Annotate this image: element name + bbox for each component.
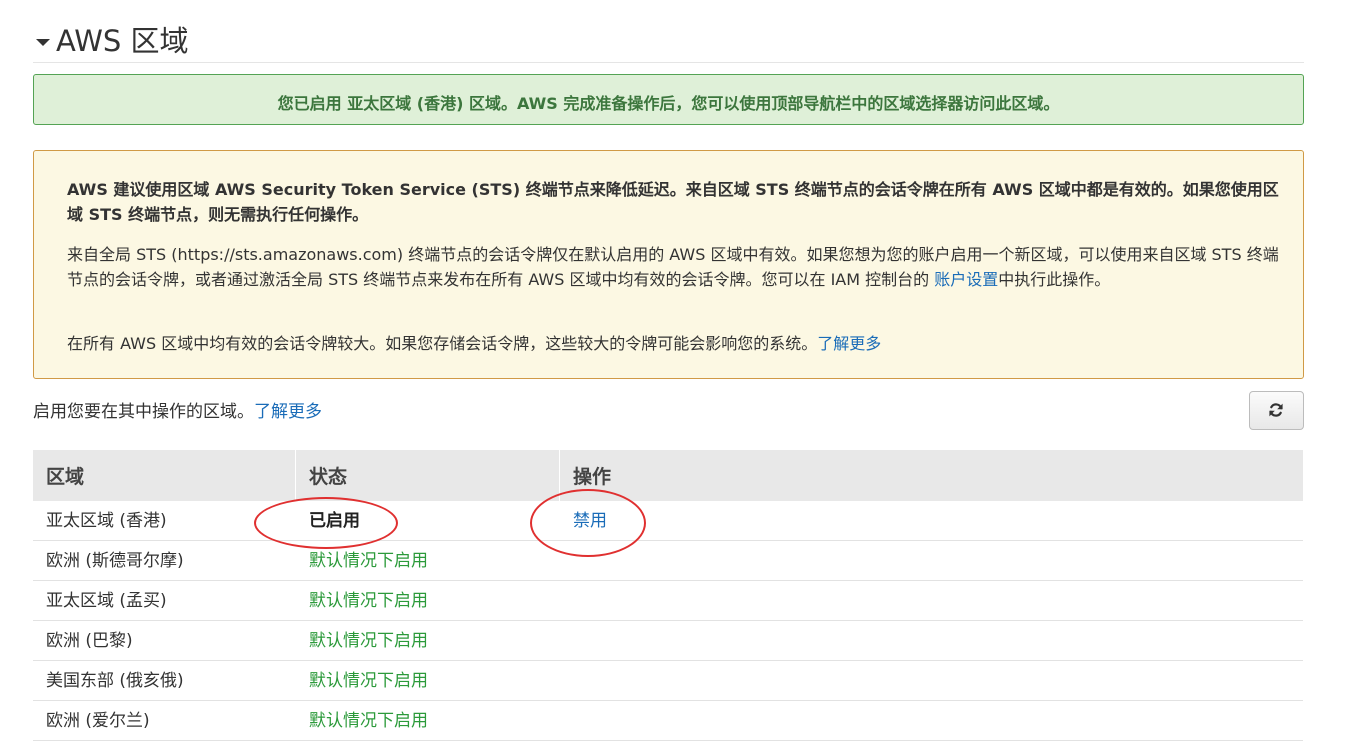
section-title: AWS 区域	[56, 24, 189, 58]
regions-table: 区域 状态 操作 亚太区域 (香港) 已启用 禁用 欧洲 (斯德哥尔摩) 默认情…	[33, 450, 1303, 741]
region-status: 默认情况下启用	[309, 631, 428, 651]
warning-paragraph-2-tail: 中执行此操作。	[998, 270, 1111, 289]
table-row: 欧洲 (爱尔兰) 默认情况下启用	[33, 701, 1303, 741]
table-row: 亚太区域 (孟买) 默认情况下启用	[33, 581, 1303, 621]
success-banner: 您已启用 亚太区域 (香港) 区域。AWS 完成准备操作后，您可以使用顶部导航栏…	[33, 74, 1304, 125]
column-header-status[interactable]: 状态	[296, 450, 560, 501]
success-message: 您已启用 亚太区域 (香港) 区域。AWS 完成准备操作后，您可以使用顶部导航栏…	[277, 94, 1060, 113]
table-row: 欧洲 (巴黎) 默认情况下启用	[33, 621, 1303, 661]
table-row: 美国东部 (俄亥俄) 默认情况下启用	[33, 661, 1303, 701]
table-row: 欧洲 (斯德哥尔摩) 默认情况下启用	[33, 541, 1303, 581]
learn-more-link[interactable]: 了解更多	[817, 334, 881, 353]
region-status: 默认情况下启用	[309, 711, 428, 731]
table-row: 亚太区域 (香港) 已启用 禁用	[33, 501, 1303, 541]
account-settings-link[interactable]: 账户设置	[934, 270, 998, 289]
region-name: 欧洲 (巴黎)	[46, 631, 133, 651]
region-name: 亚太区域 (香港)	[46, 511, 167, 531]
warning-paragraph-2: 来自全局 STS (https://sts.amazonaws.com) 终端节…	[67, 242, 1279, 292]
table-header: 区域 状态 操作	[33, 450, 1303, 501]
warning-paragraph-3: 在所有 AWS 区域中均有效的会话令牌较大。如果您存储会话令牌，这些较大的令牌可…	[67, 331, 1279, 356]
refresh-button[interactable]	[1249, 391, 1304, 430]
disable-region-link[interactable]: 禁用	[573, 501, 607, 541]
region-status: 默认情况下启用	[309, 551, 428, 571]
intro-line: 启用您要在其中操作的区域。了解更多	[33, 400, 322, 424]
intro-text: 启用您要在其中操作的区域。	[33, 402, 254, 422]
column-header-action: 操作	[573, 466, 612, 488]
intro-learn-more-link[interactable]: 了解更多	[254, 402, 322, 422]
region-status: 默认情况下启用	[309, 671, 428, 691]
region-status: 已启用	[309, 511, 360, 531]
region-name: 美国东部 (俄亥俄)	[46, 671, 184, 691]
refresh-icon	[1269, 403, 1283, 417]
sts-warning-box: AWS 建议使用区域 AWS Security Token Service (S…	[33, 150, 1304, 379]
region-status: 默认情况下启用	[309, 591, 428, 611]
section-header[interactable]: AWS 区域	[33, 20, 1304, 63]
caret-down-icon[interactable]	[36, 39, 50, 46]
region-name: 亚太区域 (孟买)	[46, 591, 167, 611]
region-name: 欧洲 (斯德哥尔摩)	[46, 551, 184, 571]
column-header-region[interactable]: 区域	[33, 450, 296, 501]
warning-paragraph-1: AWS 建议使用区域 AWS Security Token Service (S…	[67, 180, 1279, 224]
warning-paragraph-3-text: 在所有 AWS 区域中均有效的会话令牌较大。如果您存储会话令牌，这些较大的令牌可…	[67, 334, 818, 353]
region-name: 欧洲 (爱尔兰)	[46, 711, 150, 731]
